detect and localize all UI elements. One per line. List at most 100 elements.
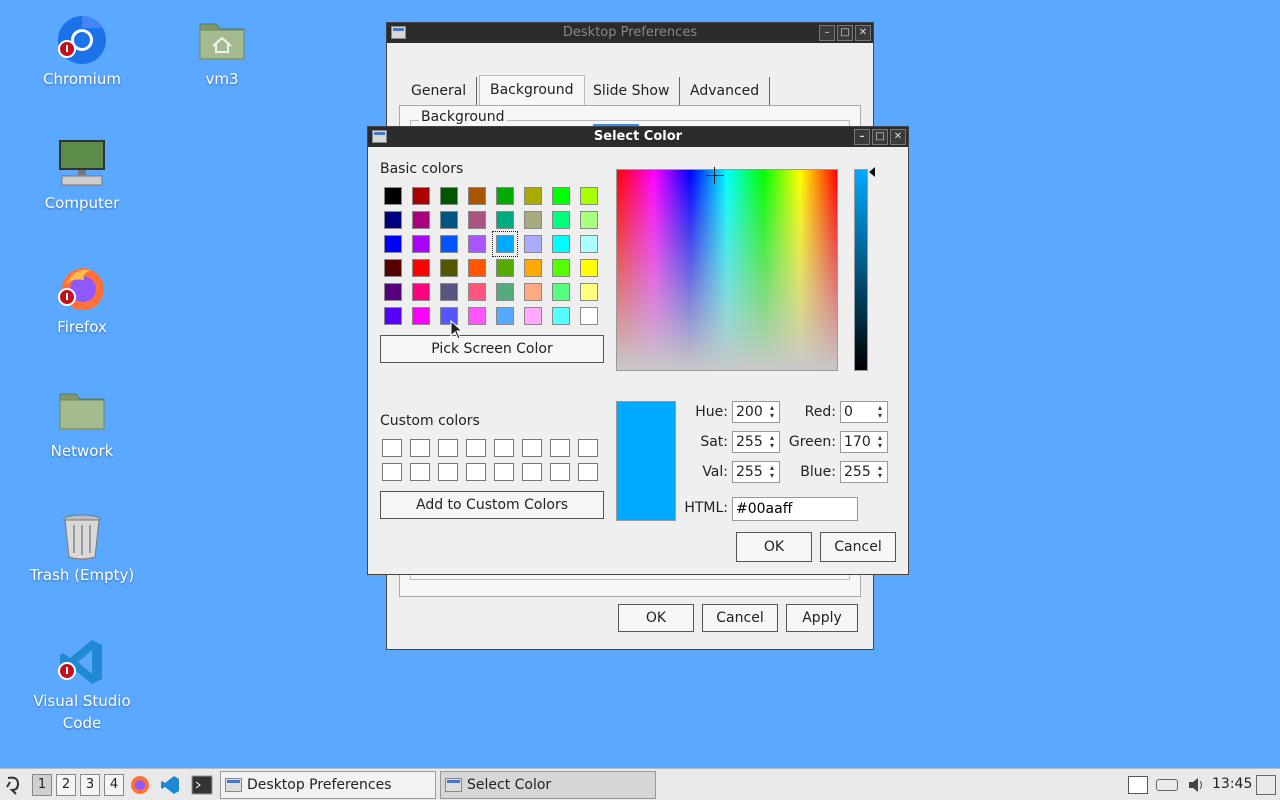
- spin-arrows-icon[interactable]: ▴ ▾: [875, 434, 885, 450]
- basic-color-swatch[interactable]: [552, 235, 570, 253]
- blue-spinbox[interactable]: 255 ▴ ▾: [840, 461, 888, 483]
- custom-color-slot[interactable]: [578, 463, 598, 481]
- close-button[interactable]: ✕: [855, 25, 871, 41]
- workspace-3[interactable]: 3: [80, 774, 100, 796]
- keyboard-layout-icon[interactable]: [1128, 776, 1148, 794]
- workspace-4[interactable]: 4: [104, 774, 124, 796]
- close-button[interactable]: ✕: [890, 129, 906, 145]
- basic-color-swatch[interactable]: [412, 283, 430, 301]
- basic-color-swatch[interactable]: [384, 283, 402, 301]
- desktop-icon-chromium[interactable]: Chromium: [22, 14, 142, 90]
- basic-color-swatch[interactable]: [468, 187, 486, 205]
- tab-general[interactable]: General: [401, 77, 478, 105]
- basic-color-swatch[interactable]: [468, 307, 486, 325]
- tab-background[interactable]: Background: [479, 75, 585, 106]
- custom-color-slot[interactable]: [466, 463, 486, 481]
- basic-color-swatch[interactable]: [580, 211, 598, 229]
- clock[interactable]: 13:45: [1212, 776, 1252, 792]
- prefs-titlebar[interactable]: Desktop Preferences – □ ✕: [387, 23, 873, 43]
- tab-advanced[interactable]: Advanced: [680, 77, 771, 105]
- vscode-launcher-icon[interactable]: [160, 775, 180, 795]
- prefs-ok-button[interactable]: OK: [618, 604, 694, 632]
- basic-color-swatch[interactable]: [440, 187, 458, 205]
- pick-screen-color-button[interactable]: Pick Screen Color: [380, 335, 604, 363]
- custom-color-slot[interactable]: [494, 439, 514, 457]
- basic-color-swatch[interactable]: [468, 235, 486, 253]
- custom-color-slot[interactable]: [494, 463, 514, 481]
- color-cancel-button[interactable]: Cancel: [820, 532, 896, 562]
- basic-color-swatch[interactable]: [384, 307, 402, 325]
- workspace-1[interactable]: 1: [32, 774, 52, 796]
- desktop-icon-network[interactable]: Network: [22, 386, 142, 462]
- custom-color-slot[interactable]: [438, 463, 458, 481]
- basic-color-swatch[interactable]: [384, 235, 402, 253]
- custom-color-slot[interactable]: [466, 439, 486, 457]
- basic-color-swatch[interactable]: [412, 307, 430, 325]
- desktop-icon-vm3[interactable]: vm3: [162, 14, 282, 90]
- tab-slide-show[interactable]: Slide Show: [583, 77, 681, 105]
- taskbar-item-desktop-preferences[interactable]: Desktop Preferences: [220, 771, 436, 799]
- basic-color-swatch[interactable]: [496, 259, 514, 277]
- value-slider[interactable]: [854, 169, 868, 371]
- show-desktop-icon[interactable]: [1256, 775, 1276, 795]
- minimize-button[interactable]: –: [819, 25, 835, 41]
- basic-color-swatch[interactable]: [580, 283, 598, 301]
- basic-color-swatch[interactable]: [524, 307, 542, 325]
- basic-color-swatch[interactable]: [496, 211, 514, 229]
- minimize-button[interactable]: –: [854, 129, 870, 145]
- basic-color-swatch[interactable]: [496, 283, 514, 301]
- color-ok-button[interactable]: OK: [736, 532, 812, 562]
- custom-color-slot[interactable]: [578, 439, 598, 457]
- hue-spinbox[interactable]: 200 ▴ ▾: [732, 401, 780, 423]
- basic-color-swatch[interactable]: [384, 259, 402, 277]
- custom-color-slot[interactable]: [382, 463, 402, 481]
- desktop-icon-trash[interactable]: Trash (Empty): [22, 510, 142, 586]
- basic-color-swatch[interactable]: [468, 259, 486, 277]
- basic-color-swatch[interactable]: [412, 211, 430, 229]
- custom-color-slot[interactable]: [550, 463, 570, 481]
- html-color-input[interactable]: [732, 497, 858, 521]
- firefox-launcher-icon[interactable]: [130, 775, 150, 795]
- custom-color-slot[interactable]: [382, 439, 402, 457]
- basic-color-swatch[interactable]: [468, 211, 486, 229]
- custom-color-slot[interactable]: [550, 439, 570, 457]
- hue-saturation-picker[interactable]: [616, 167, 838, 371]
- app-menu-icon[interactable]: [4, 774, 26, 796]
- basic-color-swatch[interactable]: [384, 211, 402, 229]
- desktop-icon-vscode[interactable]: Visual Studio Code: [22, 636, 142, 734]
- basic-color-swatch[interactable]: [552, 187, 570, 205]
- custom-color-slot[interactable]: [522, 463, 542, 481]
- green-spinbox[interactable]: 170 ▴ ▾: [840, 431, 888, 453]
- basic-color-swatch[interactable]: [384, 187, 402, 205]
- value-slider-handle[interactable]: [869, 167, 875, 177]
- desktop-icon-computer[interactable]: Computer: [22, 138, 142, 214]
- basic-color-swatch[interactable]: [496, 187, 514, 205]
- spin-arrows-icon[interactable]: ▴ ▾: [767, 464, 777, 480]
- basic-color-swatch[interactable]: [524, 283, 542, 301]
- val-spinbox[interactable]: 255 ▴ ▾: [732, 461, 780, 483]
- select-color-titlebar[interactable]: Select Color – □ ✕: [368, 127, 908, 147]
- basic-color-swatch[interactable]: [552, 283, 570, 301]
- spin-arrows-icon[interactable]: ▴ ▾: [875, 404, 885, 420]
- basic-color-swatch[interactable]: [580, 235, 598, 253]
- sat-spinbox[interactable]: 255 ▴ ▾: [732, 431, 780, 453]
- spin-arrows-icon[interactable]: ▴ ▾: [875, 464, 885, 480]
- basic-color-swatch[interactable]: [552, 259, 570, 277]
- spin-arrows-icon[interactable]: ▴ ▾: [767, 404, 777, 420]
- basic-color-swatch[interactable]: [440, 259, 458, 277]
- basic-color-swatch[interactable]: [552, 307, 570, 325]
- basic-color-swatch[interactable]: [580, 259, 598, 277]
- basic-color-swatch[interactable]: [524, 211, 542, 229]
- drive-icon[interactable]: [1156, 779, 1178, 791]
- maximize-button[interactable]: □: [872, 129, 888, 145]
- taskbar-item-select-color[interactable]: Select Color: [440, 771, 656, 799]
- basic-color-swatch[interactable]: [468, 283, 486, 301]
- prefs-cancel-button[interactable]: Cancel: [702, 604, 778, 632]
- add-to-custom-colors-button[interactable]: Add to Custom Colors: [380, 491, 604, 519]
- basic-color-swatch[interactable]: [412, 187, 430, 205]
- basic-color-swatch[interactable]: [496, 307, 514, 325]
- basic-color-swatch[interactable]: [412, 235, 430, 253]
- prefs-apply-button[interactable]: Apply: [786, 604, 858, 632]
- basic-color-swatch[interactable]: [524, 259, 542, 277]
- basic-color-swatch[interactable]: [524, 187, 542, 205]
